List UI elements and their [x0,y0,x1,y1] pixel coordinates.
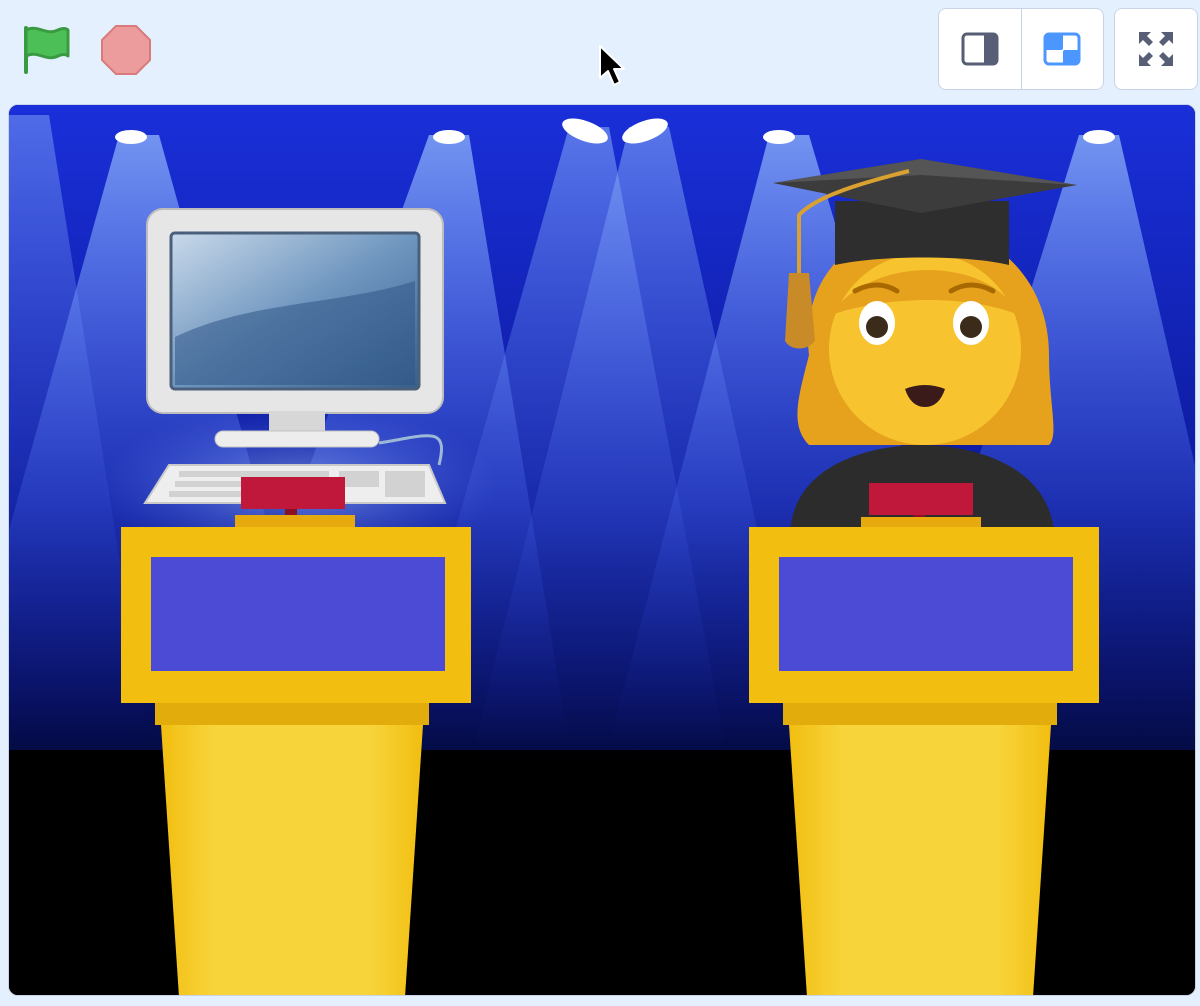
fullscreen-button[interactable] [1114,8,1198,90]
stage-size-toggle [938,8,1104,90]
normal-stage-icon [1043,32,1081,66]
small-stage-icon [961,32,999,66]
green-flag-icon [24,26,70,74]
podium-name-panel-right [779,557,1073,671]
stage-header [0,0,1200,100]
fullscreen-icon [1139,32,1173,66]
small-stage-button[interactable] [939,9,1021,89]
buzzer-left [241,477,345,509]
buzzer-right [869,483,973,515]
green-flag-button[interactable] [20,22,74,76]
stop-button[interactable] [100,24,152,76]
stage-canvas[interactable] [8,104,1196,996]
stop-sign-icon [101,25,151,75]
mouse-cursor-icon [599,45,625,86]
stage-backdrop [9,105,1195,995]
normal-stage-button[interactable] [1020,9,1104,89]
podium-name-panel-left [151,557,445,671]
